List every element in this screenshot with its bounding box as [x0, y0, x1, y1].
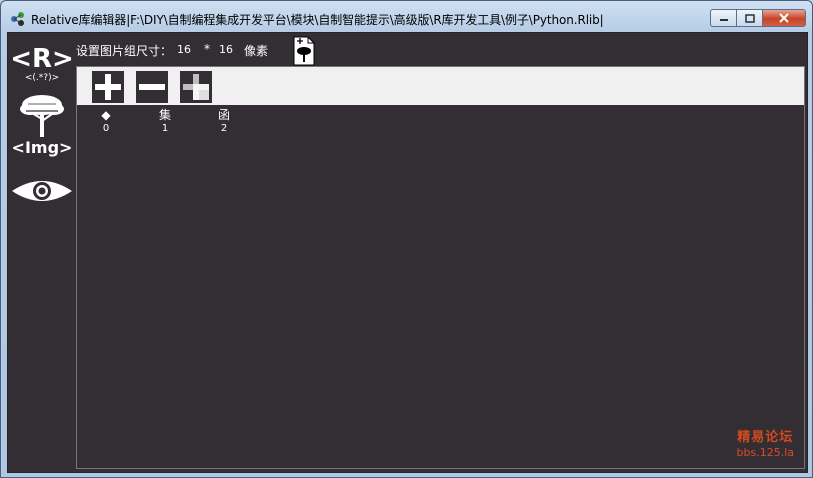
width-field[interactable]: 16 — [177, 43, 191, 56]
minus-icon — [136, 71, 168, 103]
regex-r-icon: <R> <(.*?)> — [10, 44, 74, 83]
maximize-icon — [744, 13, 755, 23]
client-area: <R> <(.*?)> <Img> 设置图片组尺寸： 16 * 16 像素 ◆ … — [7, 32, 808, 473]
minimize-button[interactable] — [710, 9, 736, 27]
plus-shaded-icon — [180, 71, 212, 103]
tree-img-icon: <Img> — [12, 95, 73, 157]
close-icon — [779, 13, 789, 23]
toolbar — [77, 67, 804, 105]
sidebar-item-regex[interactable]: <R> <(.*?)> — [8, 41, 76, 83]
size-setting-bar: 设置图片组尺寸： 16 * 16 像素 — [76, 33, 807, 66]
sidebar-item-eye[interactable] — [8, 177, 76, 205]
item-glyph: 集 — [158, 108, 171, 122]
list-item[interactable]: ◆ 0 — [86, 107, 126, 135]
watermark: 精易论坛 bbs.125.la — [737, 430, 794, 460]
close-button[interactable] — [762, 9, 806, 27]
item-index: 1 — [161, 123, 169, 134]
eye-icon — [12, 181, 72, 201]
new-image-file-icon[interactable] — [293, 36, 315, 66]
height-field[interactable]: 16 — [219, 43, 233, 56]
window-title: Relative库编辑器|F:\DIY\自制编程集成开发平台\模块\自制智能提示… — [31, 13, 604, 27]
list-item[interactable]: 集 1 — [145, 107, 185, 135]
maximize-button[interactable] — [736, 9, 762, 27]
app-icon — [11, 12, 24, 26]
app-window: Relative库编辑器|F:\DIY\自制编程集成开发平台\模块\自制智能提示… — [0, 0, 813, 478]
size-label: 设置图片组尺寸： — [76, 44, 173, 58]
list-item[interactable]: 函 2 — [204, 107, 244, 135]
item-glyph: 函 — [217, 108, 230, 122]
size-unit: 像素 — [244, 44, 269, 58]
watermark-title: 精易论坛 — [737, 430, 794, 445]
add-alt-button[interactable] — [180, 71, 212, 103]
regex-r-label: <R> — [10, 44, 74, 74]
add-button[interactable] — [92, 71, 124, 103]
image-group-panel: ◆ 0 集 1 函 2 精易论坛 bbs.125.la — [76, 66, 805, 469]
img-label: <Img> — [12, 138, 73, 157]
title-bar[interactable]: Relative库编辑器|F:\DIY\自制编程集成开发平台\模块\自制智能提示… — [1, 1, 812, 35]
item-index: 2 — [220, 123, 228, 134]
sidebar: <R> <(.*?)> <Img> — [8, 33, 76, 472]
size-separator: * — [204, 42, 210, 56]
regex-sublabel: <(.*?)> — [25, 73, 59, 83]
sidebar-item-img[interactable]: <Img> — [8, 93, 76, 157]
remove-button[interactable] — [136, 71, 168, 103]
minimize-icon — [719, 19, 728, 21]
plus-icon — [92, 71, 124, 103]
item-index: 0 — [102, 123, 110, 134]
item-glyph: ◆ — [101, 108, 111, 122]
watermark-url: bbs.125.la — [736, 446, 794, 459]
